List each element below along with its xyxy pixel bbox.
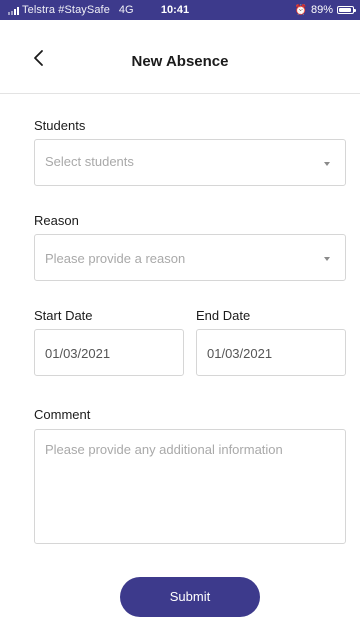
chevron-down-icon bbox=[324, 162, 330, 166]
battery-fill bbox=[339, 8, 351, 12]
start-date-field[interactable]: 01/03/2021 bbox=[34, 329, 184, 376]
comment-label: Comment bbox=[34, 407, 91, 422]
end-date-label: End Date bbox=[196, 308, 251, 323]
end-date-value: 01/03/2021 bbox=[207, 346, 273, 361]
chevron-down-icon bbox=[324, 257, 330, 261]
reason-placeholder: Please provide a reason bbox=[45, 251, 186, 266]
students-placeholder: Select students bbox=[45, 154, 134, 169]
status-bar: Telstra #StaySafe 4G 10:41 ⏰ 89% bbox=[0, 0, 360, 20]
students-select[interactable]: Select students bbox=[34, 139, 346, 186]
comment-placeholder: Please provide any additional informatio… bbox=[45, 442, 283, 457]
alarm-icon: ⏰ bbox=[294, 4, 307, 16]
battery-icon bbox=[337, 6, 356, 14]
status-right: ⏰ 89% bbox=[294, 4, 356, 16]
reason-select[interactable]: Please provide a reason bbox=[34, 234, 346, 281]
page-title: New Absence bbox=[131, 53, 229, 70]
start-date-label: Start Date bbox=[34, 308, 93, 323]
battery-percentage: 89% bbox=[310, 4, 333, 16]
students-label: Students bbox=[34, 118, 86, 133]
header: New Absence bbox=[0, 20, 360, 94]
start-date-value: 01/03/2021 bbox=[45, 346, 111, 361]
end-date-field[interactable]: 01/03/2021 bbox=[196, 329, 346, 376]
reason-label: Reason bbox=[34, 213, 79, 228]
submit-button[interactable]: Submit bbox=[120, 577, 260, 617]
comment-textarea[interactable]: Please provide any additional informatio… bbox=[34, 429, 346, 544]
